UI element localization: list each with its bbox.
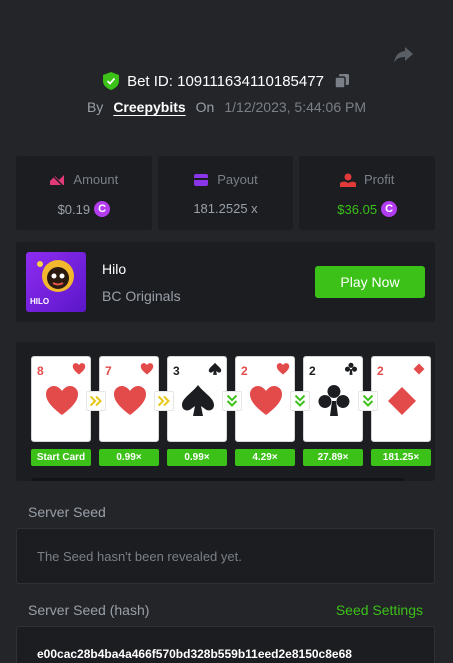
playing-card: 8 [31,356,91,442]
hearts-suit-icon [140,363,154,375]
hearts-suit-icon [72,363,86,375]
horizontal-scrollbar[interactable] [32,478,404,481]
clubs-suit-icon [318,385,350,416]
share-icon[interactable] [391,42,415,66]
card-rank: 2 [377,364,384,378]
server-seed-message: The Seed hasn't been revealed yet. [37,549,242,564]
lower-guess-icon [222,391,242,411]
server-seed-label: Server Seed [28,504,106,520]
playing-card: 2 [235,356,295,442]
amount-value: $0.19 [57,201,91,217]
payout-stat: Payout 181.2525 x [157,156,294,230]
card-rank: 8 [37,364,44,378]
amount-label: Amount [73,172,119,187]
game-provider: BC Originals [102,288,181,304]
play-now-button[interactable]: Play Now [315,266,425,298]
card-rank: 2 [241,364,248,378]
by-label: By [86,99,104,115]
card-rank: 3 [173,364,180,378]
server-seed-box: The Seed hasn't been revealed yet. [16,528,435,584]
amount-icon [50,172,65,187]
spades-suit-icon [208,362,222,375]
copy-icon[interactable] [334,73,350,89]
profit-icon [340,173,356,187]
payout-icon [194,173,209,186]
clubs-suit-icon [344,362,358,375]
server-seed-hash-box: e00cac28b4ba4a466f570bd328b559b11eed2e81… [16,626,435,663]
game-title: Hilo [102,261,127,277]
diamonds-suit-icon [413,363,425,375]
spades-suit-icon [182,385,214,416]
card-multiplier: Start Card [31,449,91,466]
playing-card: 2 [371,356,431,442]
seed-settings-link[interactable]: Seed Settings [336,602,423,618]
payout-label: Payout [217,172,258,187]
game-panel: HILO Hilo BC Originals Play Now [16,242,435,322]
hearts-suit-icon [276,363,290,375]
hearts-suit-icon [114,386,146,415]
card-multiplier: 4.29× [235,449,295,466]
profit-stat: Profit $36.05 C [299,156,436,230]
card-multiplier: 0.99× [167,449,227,466]
bet-id-row: Bet ID: 109111634110185477 [0,72,453,90]
card-rank: 7 [105,364,112,378]
card-multiplier: 0.99× [99,449,159,466]
coin-icon: C [94,201,111,217]
server-seed-hash-value: e00cac28b4ba4a466f570bd328b559b11eed2e81… [37,647,352,661]
profit-label: Profit [364,172,395,187]
bet-id: Bet ID: 109111634110185477 [127,72,324,90]
diamonds-suit-icon [388,387,416,415]
card-multiplier: 27.89× [303,449,363,466]
lower-guess-icon [290,391,310,411]
shield-check-icon [103,72,120,90]
hearts-suit-icon [46,386,78,415]
playing-card: 3 [167,356,227,442]
thumbnail-label: HILO [30,297,50,306]
author-row: By Creepybits On 1/12/2023, 5:44:06 PM [0,99,453,115]
payout-value: 181.2525 x [193,201,258,216]
username-link[interactable]: Creepybits [113,99,185,115]
higher-guess-icon [86,391,106,411]
bet-stats: Amount $0.19 C Payout 181.2525 x Profit [16,156,436,230]
higher-guess-icon [154,391,174,411]
on-label: On [195,99,215,115]
hearts-suit-icon [250,386,282,415]
game-thumbnail[interactable]: HILO [26,252,86,312]
card-history[interactable]: 8 Start Card 7 0.99× 3 0.99× 2 4.29× 2 27.89× 2 181… [16,342,435,481]
profit-value: $36.05 [337,201,378,217]
playing-card: 7 [99,356,159,442]
coin-icon: C [381,201,398,217]
bet-datetime: 1/12/2023, 5:44:06 PM [224,99,367,115]
lower-guess-icon [358,391,378,411]
card-multiplier: 181.25× [371,449,431,466]
card-rank: 2 [309,364,316,378]
server-seed-hash-label: Server Seed (hash) [28,602,150,618]
amount-stat: Amount $0.19 C [16,156,152,230]
playing-card: 2 [303,356,363,442]
